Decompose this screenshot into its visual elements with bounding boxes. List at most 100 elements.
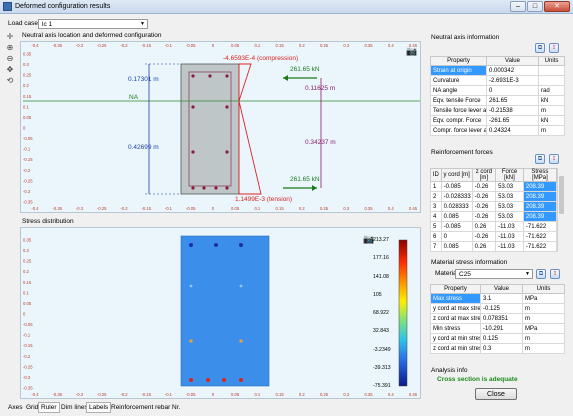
copy-icon[interactable]: ⧉ (536, 269, 546, 279)
x-tick-label: 0 (212, 392, 215, 397)
stress-distribution-plot[interactable]: 0.35 0.3 0.25 0.2 0.15 0.1 0.05 0 -0.05 -0.1 -0.15… (20, 227, 421, 399)
x-tick-label: -0.25 (97, 43, 107, 48)
reinforcement-forces-title: Reinforcement forces (431, 149, 493, 156)
y-tick-label: 0.35 (23, 52, 32, 57)
table-cell: 3.1 (480, 293, 523, 304)
table-cell: Max stress (430, 293, 481, 304)
x-tick-label: 0.4 (388, 43, 394, 48)
table-row[interactable]: y cord at min stress 0.125 m (430, 333, 565, 344)
table-cell: -0.21538 (486, 105, 539, 116)
table-row[interactable]: NA angle 0 rad (430, 85, 565, 96)
table-row[interactable]: Curvature -2.6931E-3 (430, 75, 565, 86)
maximize-button[interactable]: □ (527, 1, 543, 12)
x-tick-label: 0.45 (409, 392, 418, 397)
table-row[interactable]: z cord at min stress 0.3 m (430, 343, 565, 354)
neutral-axis-table: Property Value Units Strain at origin 0.0… (430, 56, 565, 136)
x-tick-label: -0.35 (52, 392, 62, 397)
x-tick-label: 0.25 (320, 206, 329, 211)
export-icon[interactable]: ⇪ (550, 269, 560, 279)
x-tick-label: 0.1 (254, 206, 260, 211)
x-tick-label: -0.2 (120, 43, 128, 48)
option-rebar-nr[interactable]: Reinforcement rebar Nr. (108, 402, 183, 413)
table-row[interactable]: 4 0.085 -0.26 53.03 208.39 (430, 211, 558, 222)
y-tick-label: -0.25 (23, 178, 33, 183)
load-case-select[interactable]: lc 1 ▼ (38, 19, 148, 29)
pan-icon[interactable]: ✥ (3, 65, 17, 76)
zoom-in-icon[interactable]: ⊕ (3, 43, 17, 54)
table-cell: -71.622 (522, 231, 558, 242)
table-row[interactable]: 6 0 -0.26 -11.03 -71.622 (430, 231, 558, 242)
x-tick-label: 0.45 (409, 206, 418, 211)
close-button[interactable]: Close (475, 388, 517, 400)
reset-icon[interactable]: ⟲ (3, 76, 17, 87)
table-cell: 0.028333 (440, 201, 473, 212)
x-tick-label: -0.4 (31, 206, 39, 211)
deformed-configuration-plot[interactable]: -0.4 -0.35 -0.3 -0.25 -0.2 -0.15 -0.1 -0.05 0 0.0… (20, 41, 421, 213)
y-tick-label: -0.05 (23, 322, 33, 327)
table-row[interactable]: Tensile force lever arm-0.21538m (430, 105, 565, 116)
camera-icon[interactable]: 📷 (406, 46, 417, 57)
table-row[interactable]: Strain at origin 0.000342 (430, 65, 565, 76)
colorbar-tick-label: 105 (373, 291, 382, 298)
y-tick-label: 0 (23, 312, 26, 317)
table-cell: 3 (430, 201, 442, 212)
x-tick-label: 0.3 (343, 43, 349, 48)
table-cell: 0 (440, 231, 473, 242)
table-row[interactable]: z cord at max stress0.078351m (430, 313, 565, 324)
column-header: Force [kN] (495, 168, 524, 182)
table-row[interactable]: 3 0.028333 -0.26 53.03 208.39 (430, 201, 558, 212)
x-tick-label: 0 (212, 206, 215, 211)
reinforcement-scrollbar[interactable] (557, 168, 564, 252)
export-icon[interactable]: ⇪ (549, 43, 559, 53)
table-cell: MPa (522, 293, 565, 304)
crosshair-icon[interactable]: ✛ (3, 32, 17, 43)
material-select[interactable]: C25 ▼ (455, 269, 533, 279)
x-tick-label: -0.35 (52, 206, 62, 211)
column-header: Property (430, 56, 487, 66)
copy-icon[interactable]: ⧉ (535, 43, 545, 53)
colorbar-tick-label: -75.391 (373, 383, 391, 389)
minimize-button[interactable]: – (510, 1, 526, 12)
table-cell: 0.26 (471, 241, 497, 252)
neutral-axis-info-title: Neutral axis information (431, 34, 500, 41)
force-top-label: 261.65 kN (290, 66, 320, 73)
table-row[interactable]: 5 -0.085 0.26 -11.03 -71.622 (430, 221, 558, 232)
table-cell: 0.26 (471, 221, 497, 232)
colorbar-tick-label: 68.922 (373, 310, 389, 316)
table-cell: 7 (430, 241, 442, 252)
y-tick-label: 0.15 (23, 280, 32, 285)
y-tick-label: 0.25 (23, 259, 32, 264)
table-row[interactable]: Compr. force lever arm0.24324m (430, 125, 565, 136)
x-tick-label: -0.05 (186, 43, 196, 48)
table-cell: -11.03 (495, 241, 524, 252)
zoom-out-icon[interactable]: ⊖ (3, 54, 17, 65)
table-cell: -71.622 (522, 241, 558, 252)
table-row[interactable]: Max stress 3.1 MPa (430, 293, 565, 304)
table-row[interactable]: y cord at max stress-0.125m (430, 303, 565, 314)
table-row[interactable]: 7 0.085 0.26 -11.03 -71.622 (430, 241, 558, 252)
scroll-thumb[interactable] (559, 176, 564, 214)
table-row[interactable]: 1 -0.085 -0.26 53.03 208.39 (430, 181, 558, 192)
table-cell: 0.3 (480, 343, 523, 354)
y-tick-label: 0.1 (23, 104, 29, 109)
x-tick-label: 0.25 (320, 43, 329, 48)
table-cell: 0.078351 (480, 313, 523, 324)
copy-icon[interactable]: ⧉ (535, 154, 545, 164)
stress-map (180, 235, 270, 387)
table-cell: rad (538, 85, 565, 96)
x-tick-label: -0.15 (141, 206, 151, 211)
x-tick-label: 0.1 (254, 43, 260, 48)
colorbar-tick-label: 32.843 (373, 328, 389, 335)
table-row[interactable]: Eqv. compr. Force -261.65 kN (430, 115, 565, 126)
tension-strain (238, 100, 262, 195)
table-cell: 53.03 (495, 211, 524, 222)
column-header: Units (538, 56, 565, 66)
table-row[interactable]: Min stress -10.291 MPa (430, 323, 565, 334)
option-ruler[interactable]: Ruler (38, 402, 60, 413)
camera-icon-2[interactable]: 📷 (363, 234, 374, 245)
table-row[interactable]: 2 -0.028333 -0.26 53.03 208.39 (430, 191, 558, 202)
x-tick-label: 0.05 (231, 43, 240, 48)
close-window-button[interactable]: ✕ (544, 1, 570, 12)
export-icon[interactable]: ⇪ (549, 154, 559, 164)
table-row[interactable]: Eqv. tensile Force 261.65 kN (430, 95, 565, 106)
